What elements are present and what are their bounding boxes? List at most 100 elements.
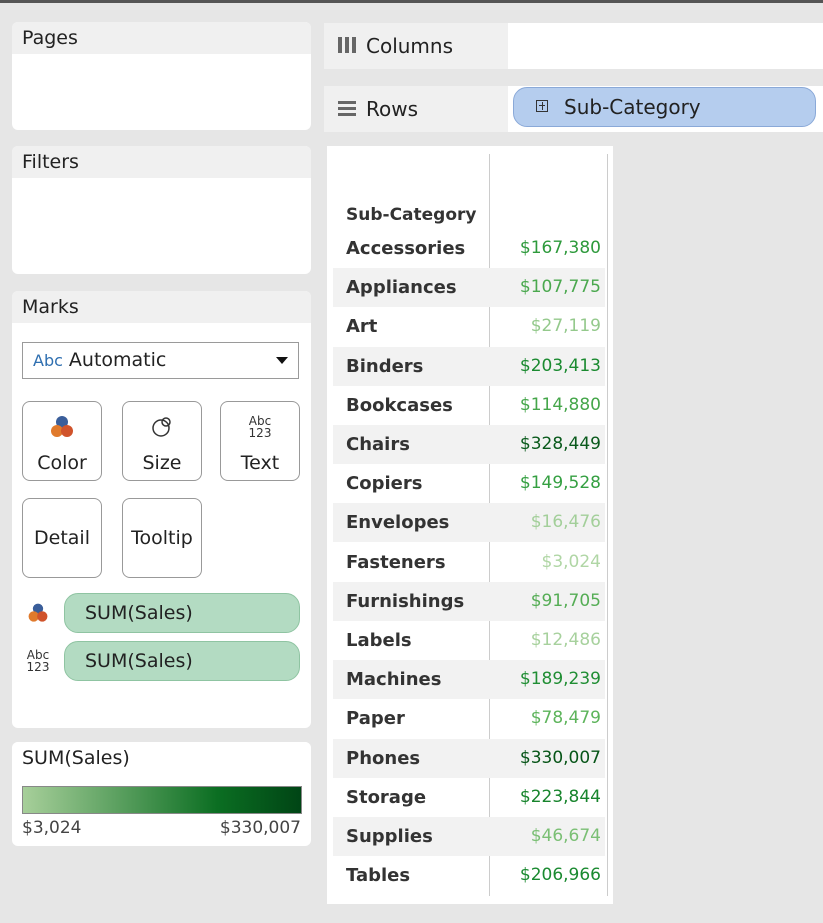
detail-button-label: Detail (34, 527, 90, 549)
sub-category-cell: Appliances (346, 277, 457, 299)
filters-card[interactable]: Filters (12, 146, 311, 274)
detail-button[interactable]: Detail (22, 498, 102, 578)
sales-value-cell: $114,880 (519, 394, 601, 415)
marks-card-title: Marks (12, 291, 311, 323)
sales-value-cell: $149,528 (519, 473, 601, 494)
color-button[interactable]: Color (22, 401, 102, 481)
table-row[interactable]: Labels $12,486 (333, 621, 605, 660)
sales-value-cell: $78,479 (530, 708, 601, 729)
sub-category-cell: Supplies (346, 826, 433, 847)
abc-icon: Abc (33, 351, 63, 370)
pages-card-title: Pages (12, 22, 311, 54)
text-button-label: Text (240, 452, 280, 474)
marks-card: Marks Abc Automatic Color Size Abc 123 Tex… (12, 291, 311, 728)
text-encoding-icon: Abc 123 (22, 645, 54, 677)
sales-value-cell: $3,024 (541, 551, 601, 572)
table-right-border (607, 154, 608, 896)
text-table[interactable]: Sub-Category Accessories $167,380 Applianc… (327, 146, 613, 904)
table-row[interactable]: Bookcases $114,880 (333, 386, 605, 425)
table-row[interactable]: Chairs $328,449 (333, 425, 605, 464)
sub-category-cell: Paper (346, 708, 405, 730)
sales-value-cell: $167,380 (519, 238, 601, 258)
window-top-border (0, 0, 823, 3)
columns-shelf[interactable]: Columns (324, 23, 823, 69)
sub-category-cell: Bookcases (346, 394, 453, 416)
columns-shelf-label: Columns (366, 34, 454, 58)
rows-shelf-label-box: Rows (324, 86, 508, 132)
sales-value-cell: $328,449 (519, 434, 601, 454)
color-icon (23, 410, 101, 444)
table-row[interactable]: Binders $203,413 (333, 346, 605, 386)
sales-value-cell: $27,119 (530, 316, 601, 337)
sales-value-cell: $223,844 (519, 786, 601, 807)
legend-min-label: $3,024 (22, 818, 82, 838)
table-row[interactable]: Storage $223,844 (333, 778, 605, 817)
rows-shelf[interactable]: Rows Sub-Category (324, 86, 823, 132)
table-row[interactable]: Tables $206,966 (333, 856, 605, 895)
tooltip-button-label: Tooltip (131, 527, 193, 549)
rows-shelf-label: Rows (366, 97, 419, 121)
mark-type-value: Automatic (68, 349, 167, 371)
sub-category-column-header[interactable]: Sub-Category (346, 205, 477, 225)
color-sum-sales-pill[interactable]: SUM(Sales) (64, 593, 300, 633)
pages-card[interactable]: Pages (12, 22, 311, 130)
mark-type-dropdown[interactable]: Abc Automatic (22, 342, 299, 379)
table-row[interactable]: Accessories $167,380 (333, 229, 605, 268)
table-row[interactable]: Machines $189,239 (333, 660, 605, 700)
sales-value-cell: $46,674 (530, 826, 601, 846)
text-sum-sales-pill[interactable]: SUM(Sales) (64, 641, 300, 681)
color-legend-title: SUM(Sales) (12, 742, 311, 774)
color-button-label: Color (37, 452, 87, 474)
table-row[interactable]: Copiers $149,528 (333, 464, 605, 503)
table-row[interactable]: Appliances $107,775 (333, 268, 605, 308)
sub-category-cell: Art (346, 316, 378, 338)
table-row[interactable]: Fasteners $3,024 (333, 543, 605, 582)
table-row[interactable]: Phones $330,007 (333, 738, 605, 778)
sales-value-cell: $16,476 (530, 512, 601, 533)
sub-category-pill-label: Sub-Category (564, 95, 701, 119)
text-button[interactable]: Abc 123 Text (220, 401, 300, 481)
columns-shelf-label-box: Columns (324, 23, 508, 69)
sub-category-cell: Chairs (346, 434, 410, 455)
color-legend-card[interactable]: SUM(Sales) $3,024 $330,007 (12, 742, 311, 846)
sub-category-cell: Machines (346, 669, 442, 691)
color-legend-gradient (22, 786, 302, 814)
sub-category-cell: Binders (346, 355, 424, 377)
tooltip-button[interactable]: Tooltip (122, 498, 202, 578)
sub-category-cell: Labels (346, 630, 412, 651)
text-icon-123: 123 (248, 426, 272, 440)
sub-category-cell: Furnishings (346, 590, 465, 612)
expand-plus-icon[interactable] (536, 100, 548, 112)
text-icon: Abc 123 (221, 410, 299, 444)
sub-category-cell: Fasteners (346, 551, 446, 573)
sales-value-cell: $107,775 (519, 277, 601, 298)
table-row[interactable]: Supplies $46,674 (333, 817, 605, 856)
table-row[interactable]: Furnishings $91,705 (333, 581, 605, 621)
sub-category-cell: Copiers (346, 473, 423, 495)
sub-category-cell: Storage (346, 786, 427, 808)
sales-value-cell: $12,486 (530, 630, 601, 650)
text-encoding-123: 123 (26, 660, 50, 674)
size-button[interactable]: Size (122, 401, 202, 481)
sales-value-cell: $203,413 (519, 355, 601, 376)
size-button-label: Size (142, 452, 182, 474)
rows-icon (336, 88, 358, 134)
table-row[interactable]: Paper $78,479 (333, 699, 605, 738)
sales-value-cell: $330,007 (519, 747, 601, 768)
chevron-down-icon (276, 357, 288, 364)
filters-card-title: Filters (12, 146, 311, 178)
sub-category-cell: Tables (346, 865, 411, 887)
sub-category-cell: Envelopes (346, 512, 450, 534)
table-row[interactable]: Envelopes $16,476 (333, 503, 605, 543)
color-encoding-icon (22, 597, 54, 629)
legend-max-label: $330,007 (219, 818, 301, 838)
sales-value-cell: $91,705 (530, 590, 601, 611)
sub-category-cell: Phones (346, 747, 421, 769)
sub-category-pill[interactable]: Sub-Category (513, 87, 816, 127)
table-row[interactable]: Art $27,119 (333, 307, 605, 346)
columns-icon (336, 25, 358, 71)
sales-value-cell: $206,966 (519, 865, 601, 886)
sub-category-cell: Accessories (346, 238, 466, 259)
size-icon (123, 410, 201, 444)
sales-value-cell: $189,239 (519, 669, 601, 690)
